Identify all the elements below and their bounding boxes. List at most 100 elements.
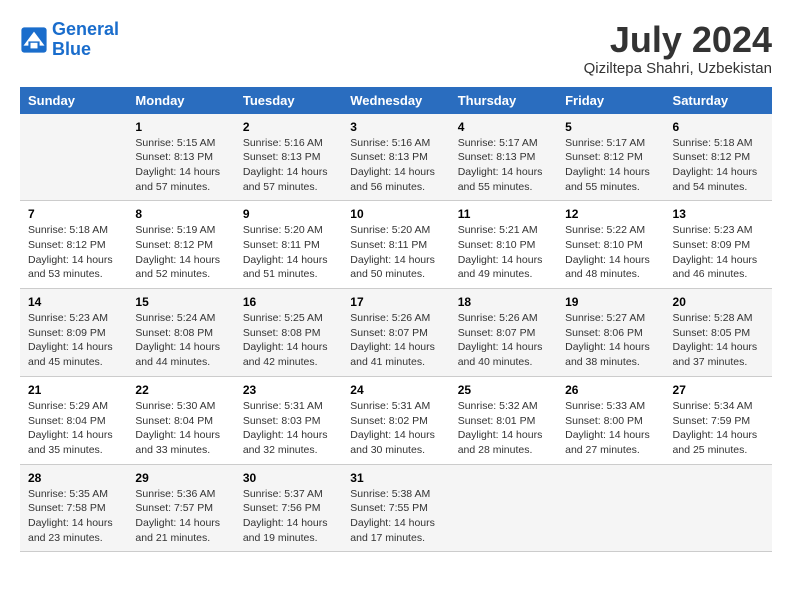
day-info: Sunrise: 5:17 AM Sunset: 8:13 PM Dayligh…: [458, 136, 549, 195]
calendar-cell: 24Sunrise: 5:31 AM Sunset: 8:02 PM Dayli…: [342, 376, 449, 464]
logo: General Blue: [20, 20, 119, 60]
day-info: Sunrise: 5:15 AM Sunset: 8:13 PM Dayligh…: [135, 136, 226, 195]
day-info: Sunrise: 5:35 AM Sunset: 7:58 PM Dayligh…: [28, 487, 119, 546]
day-header-monday: Monday: [127, 87, 234, 114]
day-info: Sunrise: 5:21 AM Sunset: 8:10 PM Dayligh…: [458, 223, 549, 282]
day-number: 31: [350, 471, 441, 485]
day-info: Sunrise: 5:16 AM Sunset: 8:13 PM Dayligh…: [243, 136, 334, 195]
day-info: Sunrise: 5:26 AM Sunset: 8:07 PM Dayligh…: [458, 311, 549, 370]
week-row-5: 28Sunrise: 5:35 AM Sunset: 7:58 PM Dayli…: [20, 464, 772, 552]
day-number: 18: [458, 295, 549, 309]
calendar-cell: 10Sunrise: 5:20 AM Sunset: 8:11 PM Dayli…: [342, 201, 449, 289]
week-row-3: 14 Sunrise: 5:23 AM Sunset: 8:09 PM Dayli…: [20, 289, 772, 377]
calendar-cell: 31 Sunrise: 5:38 AM Sunset: 7:55 PM Dayli…: [342, 464, 449, 552]
day-header-tuesday: Tuesday: [235, 87, 342, 114]
month-year-title: July 2024: [584, 20, 772, 60]
day-header-friday: Friday: [557, 87, 664, 114]
day-number: 7: [28, 207, 119, 221]
day-info: Sunrise: 5:23 AM Sunset: 8:09 PM Dayligh…: [673, 223, 764, 282]
day-number: 23: [243, 383, 334, 397]
day-header-saturday: Saturday: [665, 87, 772, 114]
day-number: 12: [565, 207, 656, 221]
day-info: Sunrise: 5:33 AM Sunset: 8:00 PM Dayligh…: [565, 399, 656, 458]
calendar-cell: 21 Sunrise: 5:29 AM Sunset: 8:04 PM Dayli…: [20, 376, 127, 464]
calendar-table: SundayMondayTuesdayWednesdayThursdayFrid…: [20, 87, 772, 553]
day-info: Sunrise: 5:36 AM Sunset: 7:57 PM Dayligh…: [135, 487, 226, 546]
day-number: 4: [458, 120, 549, 134]
day-info: Sunrise: 5:37 AM Sunset: 7:56 PM Dayligh…: [243, 487, 334, 546]
calendar-cell: 12 Sunrise: 5:22 AM Sunset: 8:10 PM Dayli…: [557, 201, 664, 289]
calendar-cell: 2 Sunrise: 5:16 AM Sunset: 8:13 PM Daylig…: [235, 114, 342, 201]
day-number: 15: [135, 295, 226, 309]
calendar-cell: 16 Sunrise: 5:25 AM Sunset: 8:08 PM Dayli…: [235, 289, 342, 377]
calendar-cell: 17Sunrise: 5:26 AM Sunset: 8:07 PM Dayli…: [342, 289, 449, 377]
day-info: Sunrise: 5:26 AM Sunset: 8:07 PM Dayligh…: [350, 311, 441, 370]
calendar-cell: 5 Sunrise: 5:17 AM Sunset: 8:12 PM Daylig…: [557, 114, 664, 201]
calendar-cell: [665, 464, 772, 552]
calendar-cell: 25 Sunrise: 5:32 AM Sunset: 8:01 PM Dayli…: [450, 376, 557, 464]
day-number: 13: [673, 207, 764, 221]
day-info: Sunrise: 5:29 AM Sunset: 8:04 PM Dayligh…: [28, 399, 119, 458]
calendar-cell: 29 Sunrise: 5:36 AM Sunset: 7:57 PM Dayli…: [127, 464, 234, 552]
day-header-thursday: Thursday: [450, 87, 557, 114]
calendar-cell: [557, 464, 664, 552]
calendar-cell: 22 Sunrise: 5:30 AM Sunset: 8:04 PM Dayli…: [127, 376, 234, 464]
day-info: Sunrise: 5:18 AM Sunset: 8:12 PM Dayligh…: [28, 223, 119, 282]
day-info: Sunrise: 5:30 AM Sunset: 8:04 PM Dayligh…: [135, 399, 226, 458]
day-info: Sunrise: 5:24 AM Sunset: 8:08 PM Dayligh…: [135, 311, 226, 370]
day-number: 10: [350, 207, 441, 221]
day-info: Sunrise: 5:20 AM Sunset: 8:11 PM Dayligh…: [243, 223, 334, 282]
calendar-cell: 14 Sunrise: 5:23 AM Sunset: 8:09 PM Dayli…: [20, 289, 127, 377]
day-number: 20: [673, 295, 764, 309]
calendar-cell: [20, 114, 127, 201]
calendar-cell: 28Sunrise: 5:35 AM Sunset: 7:58 PM Dayli…: [20, 464, 127, 552]
day-number: 5: [565, 120, 656, 134]
calendar-cell: 6 Sunrise: 5:18 AM Sunset: 8:12 PM Daylig…: [665, 114, 772, 201]
calendar-cell: 8 Sunrise: 5:19 AM Sunset: 8:12 PM Daylig…: [127, 201, 234, 289]
week-row-4: 21 Sunrise: 5:29 AM Sunset: 8:04 PM Dayli…: [20, 376, 772, 464]
day-number: 30: [243, 471, 334, 485]
calendar-cell: 26 Sunrise: 5:33 AM Sunset: 8:00 PM Dayli…: [557, 376, 664, 464]
day-info: Sunrise: 5:18 AM Sunset: 8:12 PM Dayligh…: [673, 136, 764, 195]
calendar-cell: 11Sunrise: 5:21 AM Sunset: 8:10 PM Dayli…: [450, 201, 557, 289]
day-info: Sunrise: 5:16 AM Sunset: 8:13 PM Dayligh…: [350, 136, 441, 195]
day-number: 29: [135, 471, 226, 485]
day-info: Sunrise: 5:32 AM Sunset: 8:01 PM Dayligh…: [458, 399, 549, 458]
day-info: Sunrise: 5:23 AM Sunset: 8:09 PM Dayligh…: [28, 311, 119, 370]
calendar-cell: 30 Sunrise: 5:37 AM Sunset: 7:56 PM Dayli…: [235, 464, 342, 552]
day-header-wednesday: Wednesday: [342, 87, 449, 114]
calendar-cell: 20Sunrise: 5:28 AM Sunset: 8:05 PM Dayli…: [665, 289, 772, 377]
calendar-cell: 19Sunrise: 5:27 AM Sunset: 8:06 PM Dayli…: [557, 289, 664, 377]
day-number: 2: [243, 120, 334, 134]
title-block: July 2024 Qiziltepa Shahri, Uzbekistan: [584, 20, 772, 77]
day-number: 8: [135, 207, 226, 221]
day-number: 9: [243, 207, 334, 221]
day-number: 26: [565, 383, 656, 397]
day-info: Sunrise: 5:38 AM Sunset: 7:55 PM Dayligh…: [350, 487, 441, 546]
logo-icon: [20, 26, 48, 54]
day-number: 16: [243, 295, 334, 309]
location-subtitle: Qiziltepa Shahri, Uzbekistan: [584, 60, 772, 77]
day-number: 24: [350, 383, 441, 397]
day-info: Sunrise: 5:19 AM Sunset: 8:12 PM Dayligh…: [135, 223, 226, 282]
week-row-2: 7 Sunrise: 5:18 AM Sunset: 8:12 PM Daylig…: [20, 201, 772, 289]
calendar-cell: 27 Sunrise: 5:34 AM Sunset: 7:59 PM Dayli…: [665, 376, 772, 464]
day-header-sunday: Sunday: [20, 87, 127, 114]
day-number: 14: [28, 295, 119, 309]
calendar-cell: [450, 464, 557, 552]
day-number: 19: [565, 295, 656, 309]
day-info: Sunrise: 5:17 AM Sunset: 8:12 PM Dayligh…: [565, 136, 656, 195]
week-row-1: 1 Sunrise: 5:15 AM Sunset: 8:13 PM Daylig…: [20, 114, 772, 201]
day-info: Sunrise: 5:22 AM Sunset: 8:10 PM Dayligh…: [565, 223, 656, 282]
day-info: Sunrise: 5:34 AM Sunset: 7:59 PM Dayligh…: [673, 399, 764, 458]
calendar-cell: 7 Sunrise: 5:18 AM Sunset: 8:12 PM Daylig…: [20, 201, 127, 289]
day-number: 3: [350, 120, 441, 134]
day-number: 6: [673, 120, 764, 134]
day-number: 21: [28, 383, 119, 397]
day-number: 25: [458, 383, 549, 397]
day-info: Sunrise: 5:25 AM Sunset: 8:08 PM Dayligh…: [243, 311, 334, 370]
day-number: 22: [135, 383, 226, 397]
day-number: 27: [673, 383, 764, 397]
day-number: 1: [135, 120, 226, 134]
day-info: Sunrise: 5:31 AM Sunset: 8:03 PM Dayligh…: [243, 399, 334, 458]
